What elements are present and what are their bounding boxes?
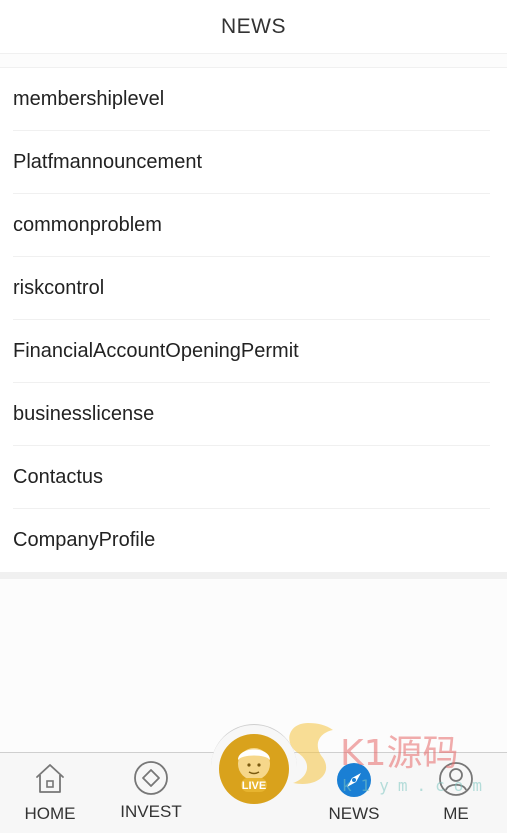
tab-news-label: NEWS — [328, 804, 380, 823]
live-label: LIVE — [241, 780, 267, 792]
list-item-contact-us[interactable]: Contactus — [0, 446, 507, 509]
list-item-membership-level[interactable]: membershiplevel — [0, 68, 507, 131]
news-list: membershiplevel Platfmannouncement commo… — [0, 67, 507, 579]
page: NEWS membershiplevel Platfmannouncement … — [0, 0, 507, 833]
home-icon — [31, 759, 69, 802]
live-avatar-icon — [238, 748, 270, 792]
compass-icon — [335, 761, 373, 804]
tab-home-label: HOME — [24, 804, 76, 823]
page-title: NEWS — [221, 14, 286, 38]
diamond-icon — [132, 759, 170, 802]
tab-invest-label: INVEST — [120, 802, 182, 821]
list-item-business-license[interactable]: businesslicense — [0, 383, 507, 446]
tab-news[interactable]: NEWS — [309, 753, 399, 833]
header-bar: NEWS — [0, 0, 507, 54]
list-item-financial-account-opening-permit[interactable]: FinancialAccountOpeningPermit — [0, 320, 507, 383]
list-item-platform-announcement[interactable]: Platfmannouncement — [0, 131, 507, 194]
list-item-risk-control[interactable]: riskcontrol — [0, 257, 507, 320]
user-icon — [437, 760, 475, 803]
tab-home[interactable]: HOME — [5, 753, 95, 833]
list-item-common-problem[interactable]: commonproblem — [0, 194, 507, 257]
live-button[interactable]: LIVE — [219, 734, 289, 804]
tab-me[interactable]: ME — [411, 753, 501, 833]
tab-me-label: ME — [443, 804, 469, 823]
tab-invest[interactable]: INVEST — [106, 753, 196, 833]
list-item-company-profile[interactable]: CompanyProfile — [0, 509, 507, 572]
